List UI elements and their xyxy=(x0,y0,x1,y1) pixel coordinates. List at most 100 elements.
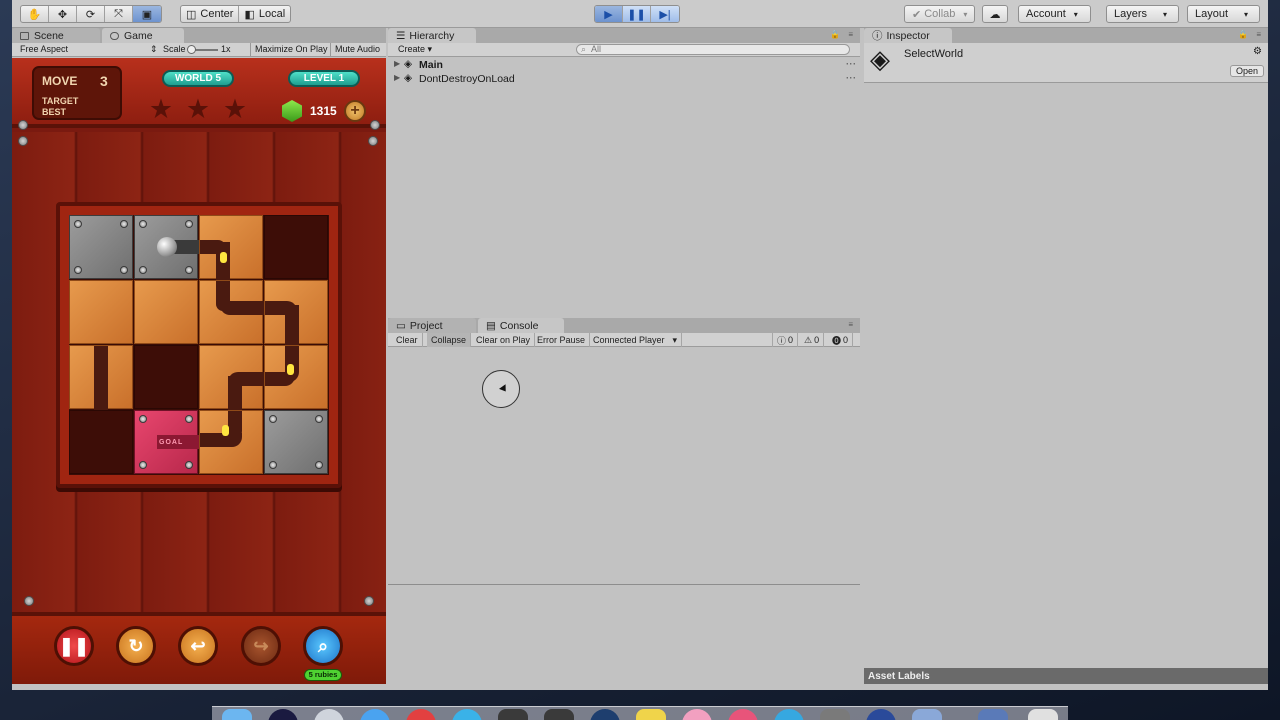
empty-slot xyxy=(69,410,133,474)
path-tile[interactable] xyxy=(264,345,328,409)
tab-project[interactable]: ▭ Project xyxy=(388,318,476,333)
account-dropdown[interactable]: Account ▾ xyxy=(1018,5,1091,23)
cloud-icon: ☁ xyxy=(989,8,1001,21)
cloud-button[interactable]: ☁ xyxy=(982,5,1008,23)
tab-game[interactable]: Game xyxy=(102,28,184,43)
rect-tool-icon[interactable]: ▣ xyxy=(133,6,161,22)
tab-hierarchy[interactable]: ☰ Hierarchy xyxy=(388,28,476,43)
chevron-down-icon: ▾ xyxy=(1244,9,1249,19)
redo-button[interactable]: ↪ xyxy=(241,626,281,666)
scene-options-icon[interactable]: ⋯ xyxy=(846,72,857,84)
block-tile[interactable] xyxy=(69,280,133,344)
console-log-area[interactable] xyxy=(388,348,860,583)
undo-button[interactable]: ↩ xyxy=(178,626,218,666)
bolt-icon xyxy=(364,596,374,606)
app-icon[interactable] xyxy=(452,709,482,720)
add-gems-button[interactable]: + xyxy=(344,100,366,122)
collab-button[interactable]: ✔ Collab ▾ xyxy=(904,5,976,23)
expand-arrow-icon[interactable]: ▶ xyxy=(394,73,400,82)
error-count-toggle[interactable]: ⓿ 0 xyxy=(828,333,854,347)
path-tile[interactable] xyxy=(199,280,264,344)
clear-button[interactable]: Clear xyxy=(392,333,423,347)
gem-count: 1315 xyxy=(310,104,337,118)
level-label: LEVEL 1 xyxy=(303,73,345,84)
hierarchy-search-input[interactable]: ⌕ All xyxy=(576,44,850,55)
asset-labels-bar[interactable]: Asset Labels xyxy=(864,668,1268,684)
scale-slider-handle[interactable] xyxy=(187,45,196,54)
tab-console[interactable]: ▤ Console xyxy=(478,318,564,333)
path-tile[interactable] xyxy=(199,345,264,410)
screw-icon xyxy=(139,415,147,423)
target-label: TARGET xyxy=(42,96,79,106)
open-button[interactable]: Open xyxy=(1229,65,1264,77)
app-icon[interactable] xyxy=(544,709,574,720)
collapse-label: Collapse xyxy=(431,335,467,345)
tab-inspector-label: Inspector xyxy=(886,29,930,42)
scene-options-icon[interactable]: ⋯ xyxy=(846,58,857,70)
start-tile xyxy=(134,215,199,279)
clear-on-play-toggle[interactable]: Clear on Play xyxy=(472,333,536,347)
goal-label: GOAL xyxy=(159,439,184,446)
maximize-on-play-toggle[interactable]: Maximize On Play xyxy=(250,43,332,56)
panel-menu-icon[interactable]: 🔒 ≡ xyxy=(1238,30,1264,39)
app-icon[interactable] xyxy=(406,709,436,720)
expand-arrow-icon[interactable]: ▶ xyxy=(394,59,400,68)
scale-tool-icon[interactable]: ⤧ xyxy=(105,6,133,22)
scene-row-dontdestroy[interactable]: ▶ ◈ DontDestroyOnLoad ⋯ xyxy=(388,72,860,86)
pause-game-button[interactable]: ❚❚ xyxy=(54,626,94,666)
create-dropdown[interactable]: Create ▾ xyxy=(398,44,432,55)
wood-background: GOAL xyxy=(12,132,386,612)
launchpad-icon[interactable] xyxy=(314,709,344,720)
trash-icon[interactable] xyxy=(1028,709,1058,720)
tab-inspector[interactable]: ⓘ Inspector xyxy=(864,28,952,43)
hand-tool-icon[interactable]: ✋ xyxy=(21,6,49,22)
screw-icon xyxy=(185,415,193,423)
downloads-icon[interactable] xyxy=(978,709,1008,720)
collapse-toggle[interactable]: Collapse xyxy=(427,333,472,347)
appstore-icon[interactable] xyxy=(774,709,804,720)
pause-button[interactable]: ❚❚ xyxy=(623,6,651,22)
scene-row-main[interactable]: ▶ ◈ Main ⋯ xyxy=(388,58,860,72)
pivot-local-button[interactable]: ◧ Local xyxy=(239,6,290,22)
connected-player-dropdown[interactable]: Connected Player ▾ xyxy=(589,333,683,347)
block-tile[interactable] xyxy=(134,280,198,344)
settings-gear-icon[interactable]: ⚙ xyxy=(1253,46,1262,57)
path-tile[interactable] xyxy=(199,215,263,280)
panel-menu-icon[interactable]: 🔒 ≡ xyxy=(830,30,856,39)
pivot-center-button[interactable]: ◫ Center xyxy=(181,6,240,22)
scale-label: Scale xyxy=(163,44,186,54)
info-count-toggle[interactable]: ⓘ 0 xyxy=(772,333,799,347)
itunes-icon[interactable] xyxy=(728,709,758,720)
siri-icon[interactable] xyxy=(268,709,298,720)
arrow-icon xyxy=(287,364,294,375)
vertical-path-tile[interactable] xyxy=(69,345,133,410)
finder-icon[interactable] xyxy=(222,709,252,720)
tab-scene[interactable]: Scene xyxy=(12,28,100,43)
warning-count-toggle[interactable]: ⚠ 0 xyxy=(800,333,825,347)
panel-menu-icon[interactable]: ≡ xyxy=(848,320,856,329)
app-icon[interactable] xyxy=(866,709,896,720)
aspect-dropdown[interactable]: Free Aspect xyxy=(20,44,68,54)
mute-audio-toggle[interactable]: Mute Audio xyxy=(330,43,384,56)
safari-icon[interactable] xyxy=(360,709,390,720)
console-detail-area[interactable] xyxy=(388,585,860,684)
hint-button[interactable]: ⌕ xyxy=(303,626,343,666)
app-icon[interactable] xyxy=(498,709,528,720)
layers-dropdown[interactable]: Layers ▾ xyxy=(1106,5,1179,23)
path-tile[interactable] xyxy=(264,280,328,345)
error-pause-toggle[interactable]: Error Pause xyxy=(533,333,591,347)
play-button[interactable]: ▶ xyxy=(595,6,623,22)
rotate-tool-icon[interactable]: ⟳ xyxy=(77,6,105,22)
path-tile[interactable] xyxy=(199,410,263,474)
app-icon[interactable] xyxy=(912,709,942,720)
photos-icon[interactable] xyxy=(682,709,712,720)
magnifier-icon: ⌕ xyxy=(317,636,329,656)
app-icon[interactable] xyxy=(590,709,620,720)
game-viewport[interactable]: MOVE 3 TARGET BEST WORLD 5 LEVEL 1 ★ ★ ★… xyxy=(12,58,386,684)
restart-button[interactable]: ↻ xyxy=(116,626,156,666)
move-tool-icon[interactable]: ✥ xyxy=(49,6,77,22)
app-icon[interactable] xyxy=(820,709,850,720)
step-button[interactable]: ▶| xyxy=(651,6,679,22)
notes-icon[interactable] xyxy=(636,709,666,720)
layout-dropdown[interactable]: Layout ▾ xyxy=(1187,5,1260,23)
